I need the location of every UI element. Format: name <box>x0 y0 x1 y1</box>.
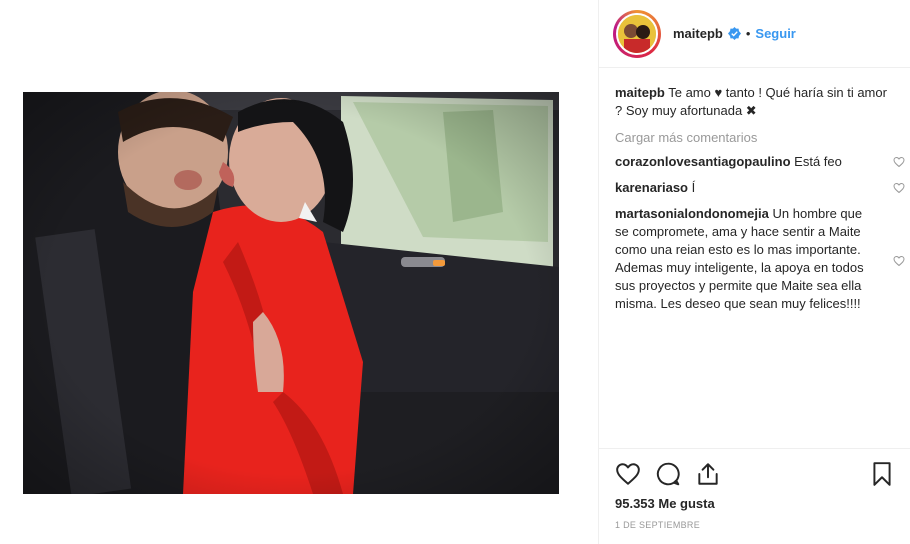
comment-icon[interactable] <box>655 461 681 487</box>
comment-text: Í <box>691 180 696 195</box>
caption: maitepb Te amo ♥ tanto ! Qué haría sin t… <box>615 84 897 120</box>
post-photo[interactable] <box>23 92 559 494</box>
comment-item: karenariaso Í <box>615 179 905 197</box>
photo-area <box>0 0 590 544</box>
likes-count[interactable]: 95.353 Me gusta <box>615 496 895 511</box>
post-header: maitepb • Seguir <box>599 0 910 68</box>
comment-like-icon[interactable] <box>893 182 905 194</box>
comment-text: Un hombre que se compromete, ama y hace … <box>615 206 864 311</box>
comment-item: martasonialondonomejia Un hombre que se … <box>615 205 905 313</box>
load-more-comments-link[interactable]: Cargar más comentarios <box>615 130 897 145</box>
comment-text: Está feo <box>794 154 842 169</box>
verified-icon <box>727 27 741 40</box>
avatar[interactable] <box>613 9 661 58</box>
header-username[interactable]: maitepb <box>673 26 723 41</box>
comments-section: maitepb Te amo ♥ tanto ! Qué haría sin t… <box>615 84 905 313</box>
comment-like-icon[interactable] <box>893 255 905 267</box>
action-icons-row <box>615 459 895 489</box>
comment-username[interactable]: martasonialondonomejia <box>615 206 769 221</box>
caption-username[interactable]: maitepb <box>615 85 665 100</box>
post-date: 1 DE SEPTIEMBRE <box>615 520 701 530</box>
post-panel: maitepb • Seguir maitepb Te amo ♥ tanto … <box>598 0 910 544</box>
avatar-image <box>616 12 658 55</box>
separator-dot: • <box>745 26 751 41</box>
follow-button[interactable]: Seguir <box>755 26 795 41</box>
comment-like-icon[interactable] <box>893 156 905 168</box>
comment-username[interactable]: karenariaso <box>615 180 688 195</box>
heart-icon[interactable] <box>615 461 641 487</box>
comment-item: corazonlovesantiagopaulino Está feo <box>615 153 905 171</box>
share-icon[interactable] <box>695 461 721 487</box>
post-actions: 95.353 Me gusta 1 DE SEPTIEMBRE <box>599 448 910 530</box>
comment-username[interactable]: corazonlovesantiagopaulino <box>615 154 791 169</box>
bookmark-icon[interactable] <box>869 461 895 487</box>
